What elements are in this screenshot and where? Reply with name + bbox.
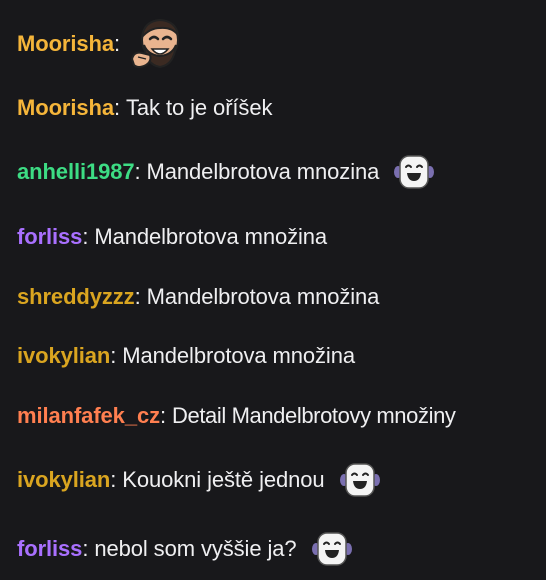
chat-username[interactable]: milanfafek_cz	[17, 402, 160, 430]
chat-separator: :	[134, 159, 141, 184]
chat-separator: :	[114, 31, 121, 56]
chat-username[interactable]: Moorisha	[17, 30, 114, 58]
chat-message: forliss : nebol som vyššie ja?	[17, 531, 353, 567]
chat-username[interactable]: ivokylian	[17, 466, 110, 494]
chat-message-text: Mandelbrotova množina	[122, 343, 355, 368]
chat-message: ivokylian : Mandelbrotova množina	[17, 342, 355, 370]
chat-username[interactable]: ivokylian	[17, 342, 110, 370]
chat-message-text: Detail Mandelbrotovy množiny	[172, 403, 456, 428]
chat-username[interactable]: forliss	[17, 535, 82, 563]
chat-message-text: Tak to je oříšek	[126, 95, 273, 120]
chat-message: Moorisha :	[17, 18, 186, 69]
chat-separator: :	[160, 403, 167, 428]
chat-username[interactable]: forliss	[17, 223, 82, 251]
chat-username[interactable]: shreddyzzz	[17, 283, 135, 311]
chat-separator: :	[82, 536, 89, 561]
chat-separator: :	[134, 284, 141, 309]
chat-separator: :	[110, 343, 117, 368]
chat-separator: :	[82, 224, 89, 249]
bearded-man-laughing-emote-icon[interactable]	[128, 15, 186, 73]
white-grinning-face-emote-icon[interactable]	[339, 462, 381, 498]
chat-message: ivokylian : Kouokni ještě jednou	[17, 462, 381, 498]
chat-message-text: Mandelbrotova množina	[94, 224, 328, 249]
chat-message: anhelli1987 : Mandelbrotova mnozina	[17, 154, 435, 190]
chat-separator: :	[114, 95, 121, 120]
chat-message-list: Moorisha : Moorisha : Tak to je oříšek a…	[0, 0, 546, 580]
chat-message-text: nebol som vyššie ja?	[94, 536, 297, 561]
chat-message-text: Mandelbrotova mnozina	[146, 159, 380, 184]
chat-message: forliss : Mandelbrotova množina	[17, 223, 327, 251]
chat-message-text: Kouokni ještě jednou	[122, 467, 325, 492]
chat-username[interactable]: Moorisha	[17, 94, 114, 122]
white-grinning-face-emote-icon[interactable]	[311, 531, 353, 567]
chat-message: shreddyzzz : Mandelbrotova množina	[17, 283, 379, 311]
chat-message: milanfafek_cz : Detail Mandelbrotovy mno…	[17, 402, 456, 430]
chat-message-text: Mandelbrotova množina	[146, 284, 380, 309]
chat-username[interactable]: anhelli1987	[17, 158, 135, 186]
white-grinning-face-emote-icon[interactable]	[393, 154, 435, 190]
chat-separator: :	[110, 467, 117, 492]
chat-message: Moorisha : Tak to je oříšek	[17, 94, 272, 122]
